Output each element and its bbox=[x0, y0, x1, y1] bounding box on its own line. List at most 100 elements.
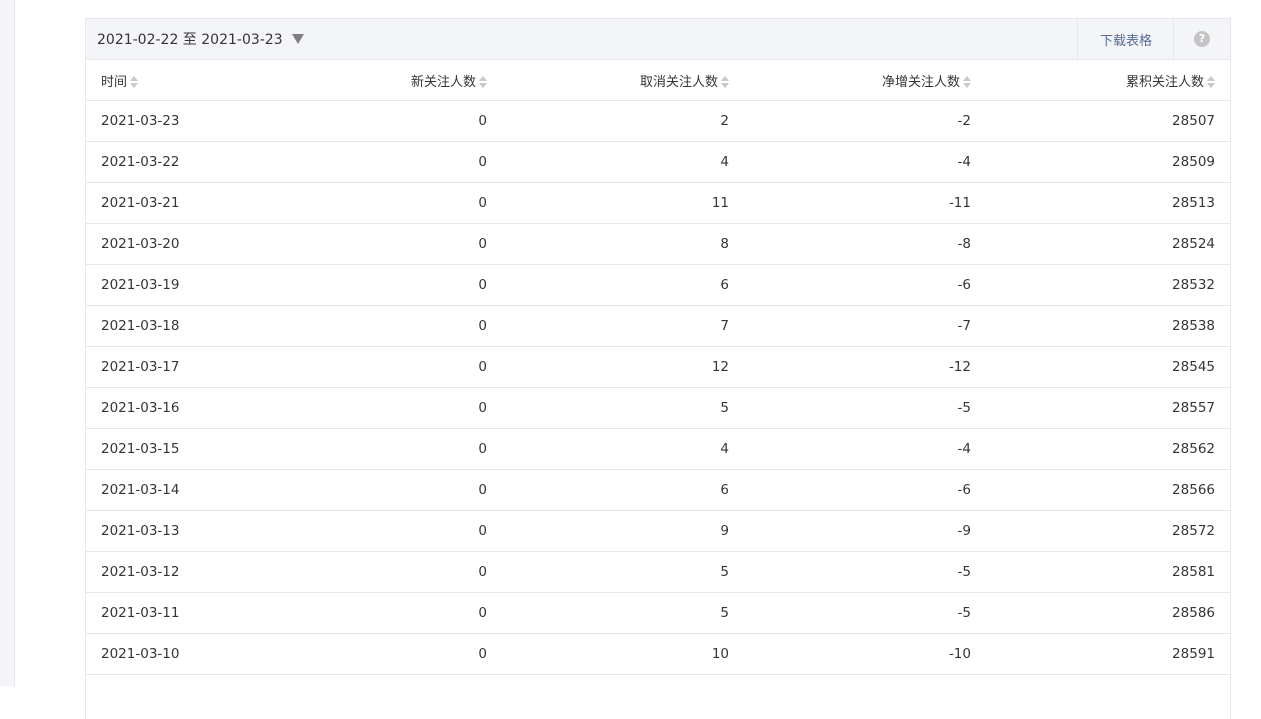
cell-unfollowers: 7 bbox=[502, 305, 744, 347]
cell-unfollowers: 4 bbox=[502, 141, 744, 183]
table-row: 2021-03-14 0 6 -6 28566 bbox=[86, 469, 1230, 511]
cell-unfollowers: 4 bbox=[502, 428, 744, 470]
help-button[interactable]: ? bbox=[1173, 19, 1230, 59]
cell-total-followers: 28538 bbox=[986, 305, 1230, 347]
cell-new-followers: 0 bbox=[266, 182, 502, 224]
cell-total-followers: 28545 bbox=[986, 346, 1230, 388]
download-table-button[interactable]: 下载表格 bbox=[1077, 19, 1174, 59]
followers-table: 时间 新关注人数 取消关注人数 净增关注人数 累积关注人数 2021-03-23… bbox=[86, 60, 1230, 675]
table-row: 2021-03-17 0 12 -12 28545 bbox=[86, 346, 1230, 388]
cell-date: 2021-03-19 bbox=[86, 264, 266, 306]
cell-date: 2021-03-11 bbox=[86, 592, 266, 634]
table-row: 2021-03-23 0 2 -2 28507 bbox=[86, 100, 1230, 142]
table-row: 2021-03-15 0 4 -4 28562 bbox=[86, 428, 1230, 470]
cell-new-followers: 0 bbox=[266, 592, 502, 634]
table-row: 2021-03-10 0 10 -10 28591 bbox=[86, 633, 1230, 675]
cell-unfollowers: 2 bbox=[502, 100, 744, 142]
cell-date: 2021-03-10 bbox=[86, 633, 266, 675]
cell-unfollowers: 8 bbox=[502, 223, 744, 265]
cell-net-growth: -7 bbox=[744, 305, 986, 347]
cell-new-followers: 0 bbox=[266, 100, 502, 142]
table-row: 2021-03-20 0 8 -8 28524 bbox=[86, 223, 1230, 265]
cell-net-growth: -5 bbox=[744, 387, 986, 429]
cell-net-growth: -8 bbox=[744, 223, 986, 265]
date-range-picker[interactable]: 2021-02-22 至 2021-03-23 bbox=[97, 19, 304, 59]
cell-net-growth: -12 bbox=[744, 346, 986, 388]
cell-date: 2021-03-14 bbox=[86, 469, 266, 511]
cell-new-followers: 0 bbox=[266, 346, 502, 388]
table-row: 2021-03-19 0 6 -6 28532 bbox=[86, 264, 1230, 306]
column-header-net-growth[interactable]: 净增关注人数 bbox=[744, 60, 986, 101]
cell-total-followers: 28586 bbox=[986, 592, 1230, 634]
left-sidebar-edge bbox=[0, 0, 15, 686]
cell-new-followers: 0 bbox=[266, 223, 502, 265]
cell-unfollowers: 9 bbox=[502, 510, 744, 552]
cell-new-followers: 0 bbox=[266, 387, 502, 429]
cell-total-followers: 28507 bbox=[986, 100, 1230, 142]
sort-icon[interactable] bbox=[1207, 76, 1215, 88]
cell-net-growth: -11 bbox=[744, 182, 986, 224]
cell-total-followers: 28581 bbox=[986, 551, 1230, 593]
cell-date: 2021-03-21 bbox=[86, 182, 266, 224]
cell-unfollowers: 5 bbox=[502, 551, 744, 593]
column-header-unfollowers[interactable]: 取消关注人数 bbox=[502, 60, 744, 101]
cell-unfollowers: 6 bbox=[502, 264, 744, 306]
cell-new-followers: 0 bbox=[266, 428, 502, 470]
cell-total-followers: 28532 bbox=[986, 264, 1230, 306]
cell-net-growth: -2 bbox=[744, 100, 986, 142]
cell-unfollowers: 11 bbox=[502, 182, 744, 224]
cell-new-followers: 0 bbox=[266, 264, 502, 306]
cell-unfollowers: 6 bbox=[502, 469, 744, 511]
table-row: 2021-03-22 0 4 -4 28509 bbox=[86, 141, 1230, 183]
table-toolbar: 2021-02-22 至 2021-03-23 下载表格 ? bbox=[86, 19, 1230, 60]
cell-new-followers: 0 bbox=[266, 551, 502, 593]
table-row: 2021-03-21 0 11 -11 28513 bbox=[86, 182, 1230, 224]
cell-date: 2021-03-18 bbox=[86, 305, 266, 347]
cell-total-followers: 28562 bbox=[986, 428, 1230, 470]
column-header-date[interactable]: 时间 bbox=[86, 60, 266, 101]
table-row: 2021-03-16 0 5 -5 28557 bbox=[86, 387, 1230, 429]
cell-total-followers: 28572 bbox=[986, 510, 1230, 552]
cell-date: 2021-03-20 bbox=[86, 223, 266, 265]
cell-new-followers: 0 bbox=[266, 305, 502, 347]
cell-unfollowers: 12 bbox=[502, 346, 744, 388]
table-row: 2021-03-11 0 5 -5 28586 bbox=[86, 592, 1230, 634]
sort-icon[interactable] bbox=[130, 76, 139, 88]
cell-net-growth: -4 bbox=[744, 141, 986, 183]
sort-icon[interactable] bbox=[479, 76, 487, 88]
cell-net-growth: -6 bbox=[744, 469, 986, 511]
cell-unfollowers: 10 bbox=[502, 633, 744, 675]
followers-data-panel: 2021-02-22 至 2021-03-23 下载表格 ? 时间 新关注人数 … bbox=[85, 18, 1231, 719]
cell-new-followers: 0 bbox=[266, 633, 502, 675]
sort-icon[interactable] bbox=[721, 76, 729, 88]
table-row: 2021-03-18 0 7 -7 28538 bbox=[86, 305, 1230, 347]
cell-date: 2021-03-12 bbox=[86, 551, 266, 593]
cell-total-followers: 28591 bbox=[986, 633, 1230, 675]
cell-net-growth: -5 bbox=[744, 592, 986, 634]
cell-date: 2021-03-16 bbox=[86, 387, 266, 429]
cell-date: 2021-03-17 bbox=[86, 346, 266, 388]
cell-date: 2021-03-22 bbox=[86, 141, 266, 183]
question-mark-icon: ? bbox=[1194, 31, 1210, 47]
cell-net-growth: -9 bbox=[744, 510, 986, 552]
cell-total-followers: 28509 bbox=[986, 141, 1230, 183]
cell-new-followers: 0 bbox=[266, 469, 502, 511]
column-header-new-followers[interactable]: 新关注人数 bbox=[266, 60, 502, 101]
cell-new-followers: 0 bbox=[266, 141, 502, 183]
table-body: 2021-03-23 0 2 -2 28507 2021-03-22 0 4 -4 28509 20… bbox=[86, 100, 1230, 675]
cell-net-growth: -4 bbox=[744, 428, 986, 470]
cell-total-followers: 28557 bbox=[986, 387, 1230, 429]
cell-date: 2021-03-15 bbox=[86, 428, 266, 470]
table-row: 2021-03-13 0 9 -9 28572 bbox=[86, 510, 1230, 552]
caret-down-icon bbox=[291, 34, 304, 44]
cell-net-growth: -10 bbox=[744, 633, 986, 675]
cell-net-growth: -5 bbox=[744, 551, 986, 593]
column-header-total-followers[interactable]: 累积关注人数 bbox=[986, 60, 1230, 101]
table-header-row: 时间 新关注人数 取消关注人数 净增关注人数 累积关注人数 bbox=[86, 60, 1230, 101]
cell-total-followers: 28513 bbox=[986, 182, 1230, 224]
cell-date: 2021-03-13 bbox=[86, 510, 266, 552]
cell-date: 2021-03-23 bbox=[86, 100, 266, 142]
cell-total-followers: 28566 bbox=[986, 469, 1230, 511]
cell-total-followers: 28524 bbox=[986, 223, 1230, 265]
sort-icon[interactable] bbox=[963, 76, 971, 88]
